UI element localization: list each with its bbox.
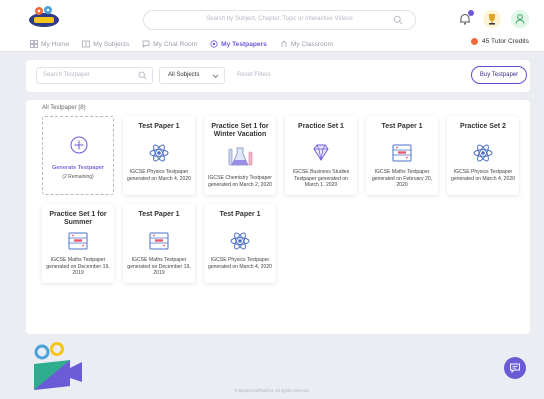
reset-filters-link[interactable]: Reset Filters [237, 72, 271, 78]
card-description: IGCSE Maths Testpaper generated on Decem… [127, 257, 191, 277]
testpaper-card[interactable]: Practice Set 2 IGCSE Physics Testpaper g… [447, 116, 519, 195]
filter-bar: Search Testpaper All Subjects Reset Filt… [26, 60, 530, 92]
nav-my-classroom[interactable]: My Classroom [280, 38, 333, 50]
abacus-icon [392, 144, 412, 162]
tutor-credits[interactable]: 45 Tutor Credits [471, 38, 529, 45]
credit-coin-icon [471, 38, 478, 45]
testpaper-card[interactable]: Practice Set 1 IGCSE Business Studies Te… [285, 116, 357, 195]
generate-testpaper-card[interactable]: Generate Testpaper (2 Remaining) [42, 116, 114, 195]
card-title: Practice Set 2 [460, 123, 506, 130]
testpaper-icon [210, 40, 218, 48]
buy-testpaper-button[interactable]: Buy Testpaper [471, 66, 527, 84]
tutor-credits-label: 45 Tutor Credits [482, 38, 529, 45]
card-description: IGCSE Physics Testpaper generated on Mar… [207, 257, 272, 270]
card-title: Practice Set 1 for Summer [49, 211, 107, 226]
card-title: Test Paper 1 [138, 123, 180, 130]
subject-select-value: All Subjects [168, 72, 200, 78]
abacus-icon [149, 232, 169, 250]
user-menu-button[interactable] [511, 10, 529, 28]
card-description: IGCSE Maths Testpaper generated on Febru… [371, 169, 433, 189]
generate-remaining-label: (2 Remaining) [62, 174, 94, 180]
testpaper-panel: All Testpaper (8) Generate Testpaper (2 … [26, 100, 530, 334]
nav-my-home[interactable]: My Home [30, 38, 69, 50]
card-description: IGCSE Physics Testpaper generated on Mar… [126, 169, 191, 182]
nav-label: My Home [41, 40, 70, 48]
footer-copyright: © MySecondTeacher. All rights reserved. [234, 388, 310, 393]
card-description: IGCSE Business Studies Testpaper generat… [292, 169, 350, 189]
chat-icon [142, 40, 150, 48]
testpaper-card[interactable]: Practice Set 1 for Winter Vacation IGCSE… [204, 116, 276, 195]
card-description: IGCSE Maths Testpaper generated on Decem… [46, 257, 110, 277]
video-camera-illustration [34, 342, 82, 390]
notification-bell[interactable] [458, 10, 474, 26]
abacus-icon [68, 232, 88, 250]
flask-icon [228, 147, 253, 166]
global-search-input[interactable]: Search by Subject, Chapter, Topic or Int… [143, 10, 416, 30]
subject-select[interactable]: All Subjects [159, 67, 225, 84]
chat-bubble-icon [510, 363, 520, 374]
trophy-icon [489, 14, 495, 25]
main-nav: My Home My Subjects My Chat Room My Test… [30, 38, 346, 50]
testpaper-card[interactable]: Test Paper 1 IGCSE Maths Testpaper gener… [366, 116, 438, 195]
trophy-button[interactable] [483, 10, 501, 28]
nav-label: My Subjects [93, 40, 130, 48]
nav-label: My Chat Room [153, 40, 198, 48]
atom-icon [473, 144, 493, 162]
testpaper-card[interactable]: Practice Set 1 for Summer IGCSE Maths Te… [42, 204, 114, 283]
card-description: IGCSE Physics Testpaper generated on Mar… [450, 169, 515, 182]
grid-icon [30, 40, 38, 48]
book-icon [82, 40, 91, 48]
card-title: Practice Set 1 for Winter Vacation [211, 123, 269, 138]
testpaper-card[interactable]: Test Paper 1 IGCSE Physics Testpaper gen… [204, 204, 276, 283]
global-search-placeholder: Search by Subject, Chapter, Topic or Int… [206, 16, 353, 22]
testpaper-search-input[interactable]: Search Testpaper [36, 67, 153, 84]
card-title: Test Paper 1 [381, 123, 423, 130]
plus-icon [70, 136, 88, 154]
nav-label: My Classroom [290, 40, 333, 48]
notification-badge [468, 10, 474, 16]
nav-my-subjects[interactable]: My Subjects [82, 38, 129, 50]
diamond-icon [313, 144, 329, 161]
top-header: Search by Subject, Chapter, Topic or Int… [0, 0, 544, 52]
app-logo[interactable] [26, 4, 62, 30]
card-description: IGCSE Chemistry Testpaper generated on M… [207, 175, 272, 188]
chevron-down-icon [212, 74, 219, 79]
testpaper-card[interactable]: Test Paper 1 IGCSE Maths Testpaper gener… [123, 204, 195, 283]
card-title: Practice Set 1 [298, 123, 344, 130]
nav-my-chat-room[interactable]: My Chat Room [142, 38, 197, 50]
classroom-icon [281, 40, 287, 47]
testpaper-search-placeholder: Search Testpaper [43, 72, 90, 78]
card-title: Test Paper 1 [219, 211, 261, 218]
atom-icon [230, 232, 250, 250]
chat-fab-button[interactable] [504, 357, 526, 379]
panel-title: All Testpaper (8) [42, 105, 86, 111]
card-title: Test Paper 1 [138, 211, 180, 218]
search-icon[interactable] [393, 15, 403, 25]
generate-testpaper-label: Generate Testpaper [51, 165, 105, 171]
nav-my-testpapers[interactable]: My Testpapers [210, 38, 267, 50]
search-icon [138, 71, 147, 80]
atom-icon [149, 144, 169, 162]
nav-label: My Testpapers [221, 40, 267, 48]
user-icon [515, 14, 525, 24]
testpaper-card[interactable]: Test Paper 1 IGCSE Physics Testpaper gen… [123, 116, 195, 195]
